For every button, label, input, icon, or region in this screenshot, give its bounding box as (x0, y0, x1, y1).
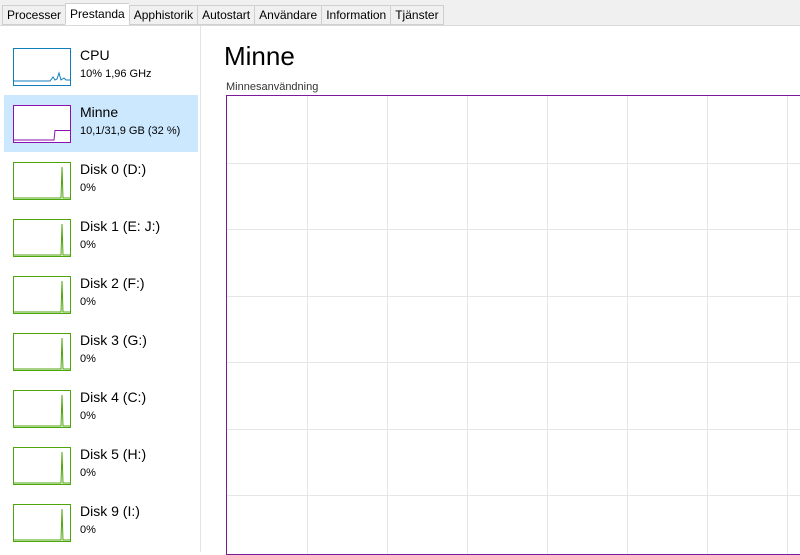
page-title: Minne (224, 41, 295, 71)
sidebar-item-disk-0[interactable]: Disk 0 (D:) 0% (4, 152, 198, 209)
sidebar-item-disk-5[interactable]: Disk 5 (H:) 0% (4, 437, 198, 494)
sidebar-item-title: Disk 5 (H:) (80, 446, 147, 462)
sidebar-item-subtitle: 0% (80, 239, 96, 251)
disk-usage-line (14, 394, 70, 427)
tab-apphistorik[interactable]: Apphistorik (128, 5, 198, 25)
sidebar-item-disk-4[interactable]: Disk 4 (C:) 0% (4, 380, 198, 437)
sidebar-item-title: Disk 0 (D:) (80, 161, 147, 177)
disk-usage-line (14, 508, 70, 541)
memory-usage-graph (226, 95, 800, 555)
memory-usage-line (14, 130, 70, 141)
disk-usage-line (14, 337, 70, 370)
disk-thumbnail-graph (13, 390, 71, 428)
tab-bar: Processer Prestanda Apphistorik Autostar… (0, 0, 800, 26)
sidebar-item-subtitle: 0% (80, 524, 96, 536)
performance-sidebar: CPU 10% 1,96 GHz Minne 10,1/31,9 GB (32 … (0, 26, 201, 552)
disk-usage-line (14, 223, 70, 256)
chart-label: Minnesanvändning (226, 81, 319, 93)
sidebar-item-subtitle: 0% (80, 296, 96, 308)
sidebar-item-subtitle: 10,1/31,9 GB (32 %) (80, 125, 181, 137)
disk-thumbnail-graph (13, 276, 71, 314)
sidebar-item-subtitle: 0% (80, 182, 96, 194)
disk-thumbnail-graph (13, 162, 71, 200)
cpu-thumbnail-graph (13, 48, 71, 86)
sidebar-item-subtitle: 0% (80, 353, 96, 365)
sidebar-item-title: Minne (80, 104, 119, 120)
sidebar-item-memory[interactable]: Minne 10,1/31,9 GB (32 %) (4, 95, 198, 152)
tab-prestanda[interactable]: Prestanda (65, 3, 129, 25)
tab-tjanster[interactable]: Tjänster (390, 5, 444, 25)
sidebar-item-title: Disk 9 (I:) (80, 503, 140, 519)
sidebar-item-title: Disk 2 (F:) (80, 275, 145, 291)
sidebar-item-subtitle: 0% (80, 410, 96, 422)
sidebar-item-title: Disk 3 (G:) (80, 332, 147, 348)
disk-thumbnail-graph (13, 447, 71, 485)
tab-information[interactable]: Information (321, 5, 391, 25)
sidebar-item-disk-3[interactable]: Disk 3 (G:) 0% (4, 323, 198, 380)
sidebar-item-subtitle: 10% 1,96 GHz (80, 68, 152, 80)
disk-thumbnail-graph (13, 219, 71, 257)
sidebar-item-cpu[interactable]: CPU 10% 1,96 GHz (4, 38, 198, 95)
sidebar-item-disk-2[interactable]: Disk 2 (F:) 0% (4, 266, 198, 323)
cpu-usage-line (14, 71, 70, 82)
memory-thumbnail-graph (13, 105, 71, 143)
sidebar-item-subtitle: 0% (80, 467, 96, 479)
tab-autostart[interactable]: Autostart (197, 5, 255, 25)
tab-processer[interactable]: Processer (2, 5, 66, 25)
sidebar-item-title: Disk 4 (C:) (80, 389, 147, 405)
disk-usage-line (14, 280, 70, 313)
sidebar-item-title: Disk 1 (E: J:) (80, 218, 161, 234)
tab-list: Processer Prestanda Apphistorik Autostar… (2, 3, 444, 25)
sidebar-item-disk-1[interactable]: Disk 1 (E: J:) 0% (4, 209, 198, 266)
tab-anvandare[interactable]: Användare (254, 5, 322, 25)
sidebar-item-disk-9[interactable]: Disk 9 (I:) 0% (4, 494, 198, 551)
disk-usage-line (14, 451, 70, 484)
disk-usage-line (14, 166, 70, 199)
disk-thumbnail-graph (13, 333, 71, 371)
sidebar-item-title: CPU (80, 47, 110, 63)
disk-thumbnail-graph (13, 504, 71, 542)
